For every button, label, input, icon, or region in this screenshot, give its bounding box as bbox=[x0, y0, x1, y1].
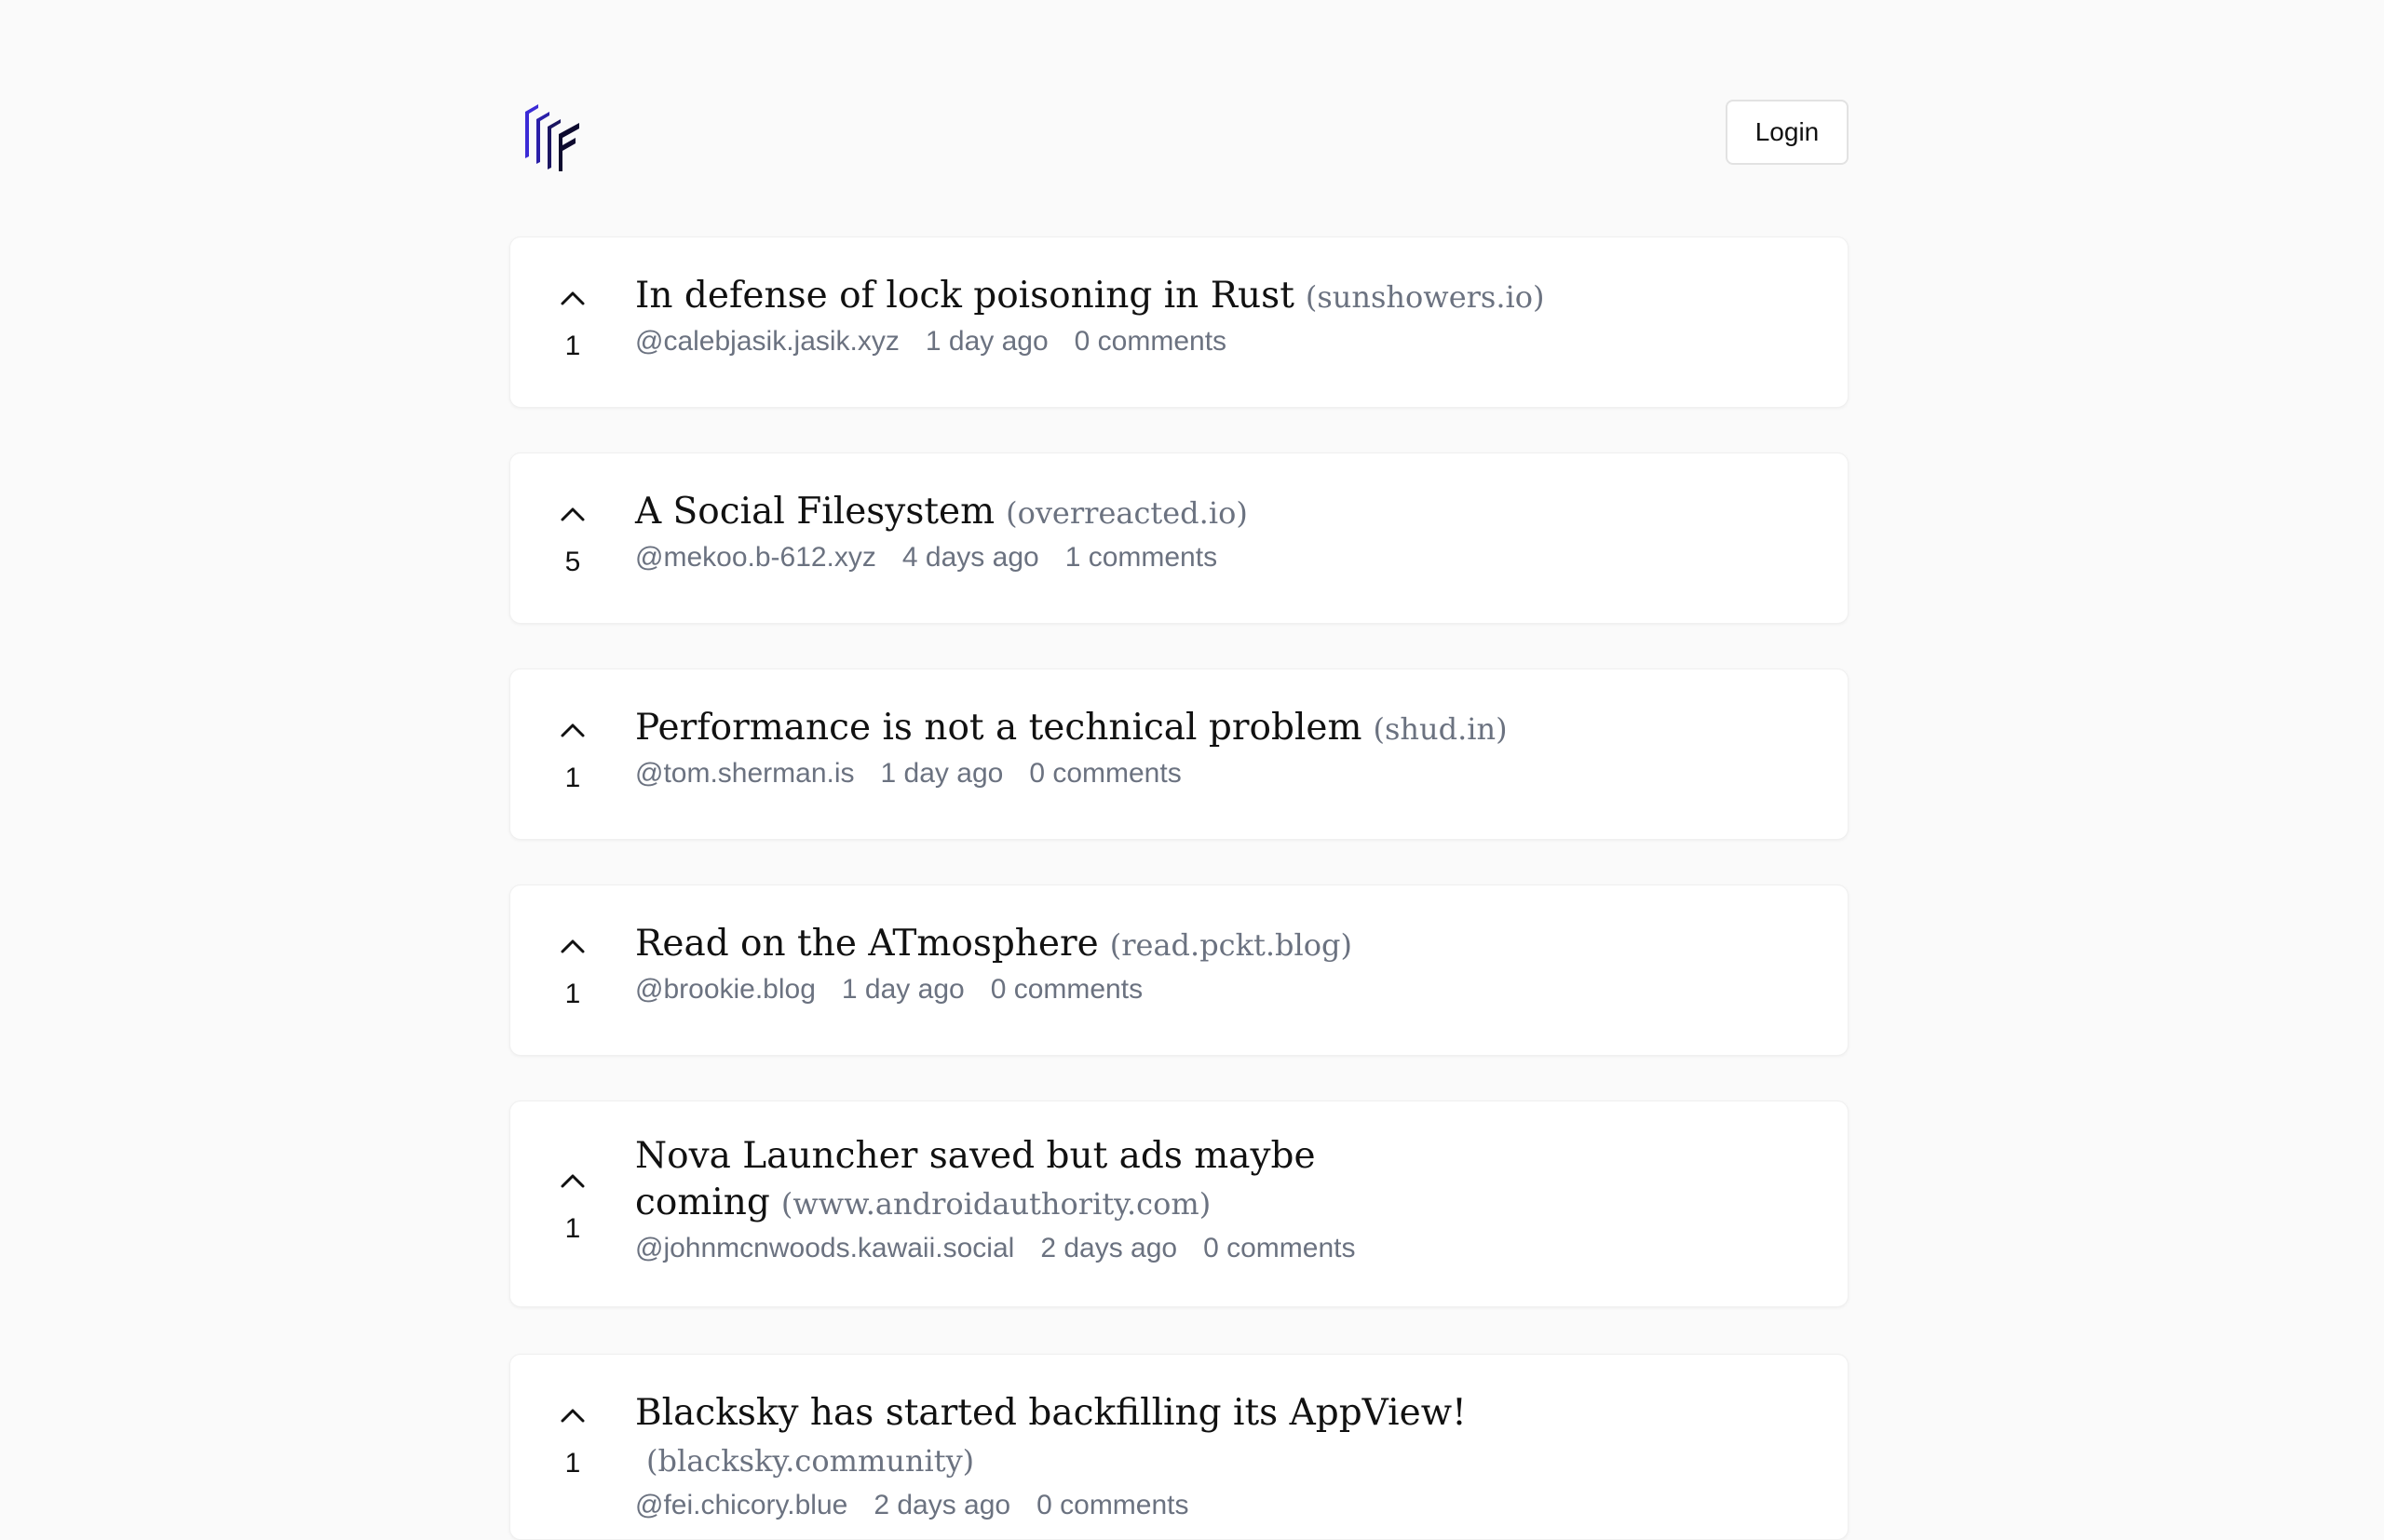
post-card: 1 Blacksky has started backfilling its A… bbox=[509, 1354, 1849, 1540]
post-title-line: Blacksky has started backfilling its App… bbox=[635, 1390, 1792, 1484]
vote-count: 5 bbox=[564, 547, 581, 577]
post-author-link[interactable]: @johnmcnwoods.kawaii.social bbox=[635, 1233, 1014, 1263]
vote-count: 1 bbox=[564, 979, 581, 1009]
post-title-link[interactable]: Blacksky has started backfilling its App… bbox=[635, 1392, 1467, 1434]
post-domain[interactable]: (sunshowers.io) bbox=[1306, 279, 1545, 315]
post-domain[interactable]: (overreacted.io) bbox=[1006, 495, 1248, 531]
post-title-line: Read on the ATmosphere (read.pckt.blog) bbox=[635, 921, 1792, 968]
post-title-line: A Social Filesystem (overreacted.io) bbox=[635, 489, 1792, 536]
post-author-link[interactable]: @calebjasik.jasik.xyz bbox=[635, 326, 900, 357]
post-timestamp: 1 day ago bbox=[841, 974, 965, 1005]
vote-control: 1 bbox=[538, 1172, 607, 1245]
vote-control: 1 bbox=[538, 722, 607, 794]
post-author-link[interactable]: @fei.chicory.blue bbox=[635, 1490, 847, 1520]
post-body: Performance is not a technical problem (s… bbox=[635, 705, 1792, 790]
post-card: 1 Read on the ATmosphere (read.pckt.blog)… bbox=[509, 885, 1849, 1056]
post-domain[interactable]: (read.pckt.blog) bbox=[1110, 927, 1352, 963]
vote-control: 1 bbox=[538, 1407, 607, 1479]
post-timestamp: 2 days ago bbox=[874, 1490, 1011, 1520]
post-card: 5 A Social Filesystem (overreacted.io) @m… bbox=[509, 453, 1849, 624]
post-timestamp: 4 days ago bbox=[901, 542, 1039, 573]
post-body: Blacksky has started backfilling its App… bbox=[635, 1390, 1792, 1521]
post-card: 1 In defense of lock poisoning in Rust (s… bbox=[509, 236, 1849, 408]
post-comments-link[interactable]: 1 comments bbox=[1065, 542, 1217, 573]
post-title-link[interactable]: Read on the ATmosphere bbox=[635, 923, 1099, 965]
post-meta: @tom.sherman.is 1 day ago 0 comments bbox=[635, 758, 1792, 790]
vote-count: 1 bbox=[564, 1213, 581, 1244]
post-comments-link[interactable]: 0 comments bbox=[991, 974, 1143, 1005]
post-timestamp: 1 day ago bbox=[925, 326, 1049, 357]
site-header: Login bbox=[509, 0, 1849, 233]
upvote-arrow-icon[interactable] bbox=[560, 1172, 586, 1189]
post-comments-link[interactable]: 0 comments bbox=[1075, 326, 1226, 357]
post-author-link[interactable]: @tom.sherman.is bbox=[635, 758, 855, 789]
post-title-line: Nova Launcher saved but ads maybe coming… bbox=[635, 1133, 1792, 1227]
post-title-line: In defense of lock poisoning in Rust (sun… bbox=[635, 273, 1792, 320]
app-logo[interactable] bbox=[523, 97, 583, 171]
post-title-line: Performance is not a technical problem (s… bbox=[635, 705, 1792, 752]
post-body: Nova Launcher saved but ads maybe coming… bbox=[635, 1133, 1792, 1264]
post-author-link[interactable]: @brookie.blog bbox=[635, 974, 816, 1005]
vote-count: 1 bbox=[564, 331, 581, 361]
post-domain[interactable]: (blacksky.community) bbox=[646, 1443, 974, 1479]
post-domain[interactable]: (www.androidauthority.com) bbox=[781, 1186, 1211, 1222]
page-container: Login 1 In defense of lock poisoning in … bbox=[509, 0, 1849, 1540]
login-button[interactable]: Login bbox=[1726, 100, 1849, 165]
post-comments-link[interactable]: 0 comments bbox=[1203, 1233, 1355, 1263]
post-timestamp: 1 day ago bbox=[880, 758, 1004, 789]
upvote-arrow-icon[interactable] bbox=[560, 290, 586, 306]
post-meta: @calebjasik.jasik.xyz 1 day ago 0 comments bbox=[635, 326, 1792, 358]
upvote-arrow-icon[interactable] bbox=[560, 1407, 586, 1424]
post-timestamp: 2 days ago bbox=[1040, 1233, 1178, 1263]
post-domain[interactable]: (shud.in) bbox=[1374, 711, 1508, 747]
post-comments-link[interactable]: 0 comments bbox=[1029, 758, 1181, 789]
vote-control: 1 bbox=[538, 290, 607, 362]
post-card: 1 Nova Launcher saved but ads maybe comi… bbox=[509, 1101, 1849, 1307]
vote-count: 1 bbox=[564, 1448, 581, 1479]
post-title-link[interactable]: In defense of lock poisoning in Rust bbox=[635, 275, 1294, 317]
post-title-link[interactable]: Performance is not a technical problem bbox=[635, 707, 1362, 749]
post-body: Read on the ATmosphere (read.pckt.blog) @… bbox=[635, 921, 1792, 1006]
upvote-arrow-icon[interactable] bbox=[560, 506, 586, 522]
upvote-arrow-icon[interactable] bbox=[560, 938, 586, 954]
post-body: A Social Filesystem (overreacted.io) @mek… bbox=[635, 489, 1792, 574]
post-meta: @mekoo.b-612.xyz 4 days ago 1 comments bbox=[635, 542, 1792, 574]
vote-control: 5 bbox=[538, 506, 607, 578]
upvote-arrow-icon[interactable] bbox=[560, 722, 586, 738]
post-author-link[interactable]: @mekoo.b-612.xyz bbox=[635, 542, 876, 573]
vote-count: 1 bbox=[564, 763, 581, 793]
post-comments-link[interactable]: 0 comments bbox=[1036, 1490, 1188, 1520]
post-body: In defense of lock poisoning in Rust (sun… bbox=[635, 273, 1792, 358]
vote-control: 1 bbox=[538, 938, 607, 1010]
post-title-link[interactable]: A Social Filesystem bbox=[635, 491, 995, 533]
post-meta: @johnmcnwoods.kawaii.social 2 days ago 0 c… bbox=[635, 1233, 1792, 1264]
post-card: 1 Performance is not a technical problem… bbox=[509, 669, 1849, 840]
post-meta: @brookie.blog 1 day ago 0 comments bbox=[635, 974, 1792, 1006]
post-meta: @fei.chicory.blue 2 days ago 0 comments bbox=[635, 1490, 1792, 1521]
